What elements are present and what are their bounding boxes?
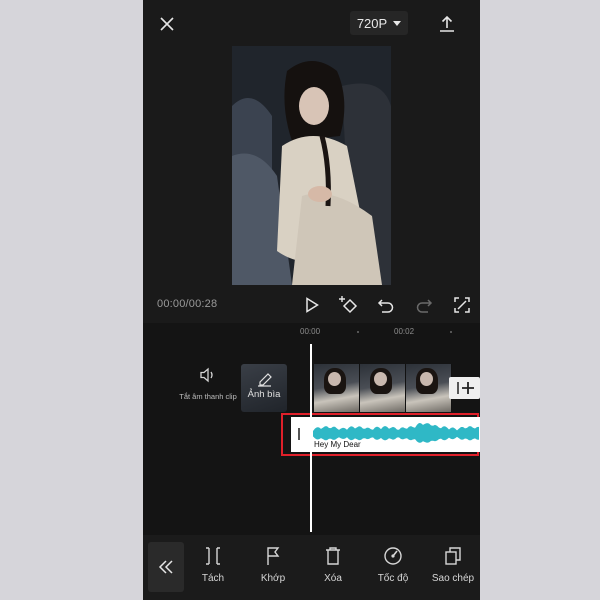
- mute-clip-label: Tắt âm thanh clip: [179, 392, 237, 401]
- split-label: Tách: [201, 573, 225, 584]
- copy-label: Sao chép: [431, 573, 475, 584]
- playhead[interactable]: [310, 344, 312, 532]
- video-preview[interactable]: [232, 46, 391, 285]
- ruler-label: 00:00: [300, 327, 321, 336]
- delete-label: Xóa: [324, 573, 342, 584]
- trim-handle[interactable]: [298, 428, 300, 440]
- double-chevron-left-icon: [158, 560, 173, 574]
- cover-image-button[interactable]: Ảnh bìa: [241, 364, 287, 412]
- resolution-label: 720P: [356, 15, 388, 31]
- video-clip-track[interactable]: [314, 364, 452, 412]
- edit-icon: [258, 373, 272, 387]
- clip-thumbnail: [406, 364, 452, 412]
- close-icon[interactable]: [155, 12, 179, 36]
- speed-label: Tốc độ: [377, 573, 409, 584]
- export-icon[interactable]: [435, 12, 459, 36]
- redo-icon[interactable]: [411, 292, 437, 318]
- clip-thumbnail: [314, 364, 360, 412]
- speaker-icon: [200, 367, 213, 383]
- chevron-down-icon: [393, 20, 402, 26]
- mute-clip-button[interactable]: Tắt âm thanh clip: [179, 367, 237, 415]
- video-editor-screen: 720P 00:00/00:28 00:00 00:02 Tắt âm than…: [143, 0, 480, 600]
- audio-title: Hey My Dear: [314, 440, 361, 449]
- trash-icon: [326, 547, 340, 565]
- plus-icon: [456, 382, 474, 394]
- resolution-dropdown[interactable]: 720P: [350, 11, 408, 35]
- ruler-tick: [450, 331, 452, 333]
- undo-icon[interactable]: [373, 292, 399, 318]
- split-button[interactable]: Tách: [183, 545, 243, 593]
- split-icon: [206, 547, 220, 565]
- ruler-tick: [357, 331, 359, 333]
- clip-thumbnail: [360, 364, 406, 412]
- add-clip-button[interactable]: [449, 377, 480, 399]
- play-icon[interactable]: [299, 292, 325, 318]
- match-label: Khớp: [260, 573, 286, 584]
- delete-button[interactable]: Xóa: [303, 545, 363, 593]
- audio-clip[interactable]: Hey My Dear: [291, 417, 480, 452]
- cover-image-label: Ảnh bìa: [247, 389, 281, 400]
- collapse-toolbar-button[interactable]: [148, 542, 184, 592]
- timecode: 00:00/00:28: [157, 298, 218, 310]
- flag-icon: [267, 547, 280, 565]
- speed-icon: [384, 547, 402, 565]
- copy-button[interactable]: Sao chép: [423, 545, 480, 593]
- keyframe-add-icon[interactable]: [336, 292, 362, 318]
- ruler-label: 00:02: [394, 327, 415, 336]
- match-button[interactable]: Khớp: [243, 545, 303, 593]
- speed-button[interactable]: Tốc độ: [363, 545, 423, 593]
- copy-icon: [445, 547, 461, 565]
- fullscreen-icon[interactable]: [449, 292, 475, 318]
